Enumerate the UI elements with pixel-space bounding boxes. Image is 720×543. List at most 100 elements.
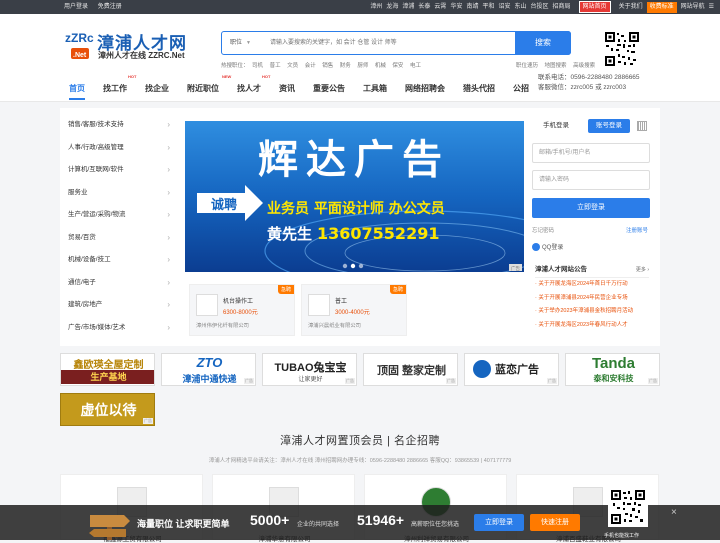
ad-banner[interactable]: 蓝恋广告 广告 bbox=[464, 353, 559, 386]
nav-nearby-jobs[interactable]: 附近职位 bbox=[187, 80, 219, 98]
chevron-right-icon: › bbox=[167, 187, 170, 197]
homepage-link[interactable]: 网站首页 bbox=[578, 1, 611, 13]
close-icon[interactable]: × bbox=[671, 507, 677, 518]
city-link[interactable]: 漳州 bbox=[370, 0, 382, 14]
nav-home[interactable]: 首页 bbox=[69, 80, 85, 100]
city-link[interactable]: 平和 bbox=[482, 0, 494, 14]
search-button[interactable]: 搜索 bbox=[515, 31, 571, 55]
ad-banner[interactable]: 顶固 整家定制 广告 bbox=[363, 353, 458, 386]
category-item[interactable]: 生产/营运/采购/物流 › bbox=[60, 204, 178, 227]
hot-term[interactable]: 文员 bbox=[287, 63, 298, 69]
city-link[interactable]: 云霄 bbox=[434, 0, 446, 14]
hot-term[interactable]: 财务 bbox=[340, 63, 351, 69]
city-link[interactable]: 东山 bbox=[515, 0, 527, 14]
carousel-dot[interactable] bbox=[358, 263, 364, 269]
nav-announcements[interactable]: 重要公告 bbox=[313, 80, 345, 98]
nav-headhunter[interactable]: 猎头代招 bbox=[463, 80, 495, 98]
hot-term[interactable]: 电工 bbox=[410, 63, 421, 69]
category-item[interactable]: 建筑/房地产 › bbox=[60, 294, 178, 317]
ad-banner[interactable]: Tanda 泰和安科技 广告 bbox=[565, 353, 660, 386]
search-type-select[interactable]: 职位 ▼ bbox=[230, 32, 251, 54]
notice-item[interactable]: · 关于开展龙海区2024年首日千万行动 bbox=[535, 278, 643, 292]
map-search-link[interactable]: 地图搜索 bbox=[545, 63, 567, 69]
site-subtitle: 漳州人才在线 ZZRC.Net bbox=[98, 51, 185, 60]
carousel-dot[interactable] bbox=[342, 263, 348, 269]
qq-login[interactable]: QQ登录 bbox=[532, 242, 563, 252]
hot-term[interactable]: 保安 bbox=[392, 63, 403, 69]
hot-term[interactable]: 销售 bbox=[322, 63, 333, 69]
category-item[interactable]: 服务业 › bbox=[60, 182, 178, 205]
ad-tag: 广告 bbox=[143, 418, 153, 424]
category-item[interactable]: 销售/客服/技术支持 › bbox=[60, 114, 178, 137]
job-card[interactable]: 普工 3000-4000元 漳浦兴晨纸业有限公司 急聘 bbox=[301, 284, 407, 336]
company-logo-icon bbox=[196, 294, 218, 316]
carousel-dot[interactable] bbox=[350, 263, 356, 269]
category-item[interactable]: 人事/行政/高级管理 › bbox=[60, 137, 178, 160]
category-item[interactable]: 计算机/互联网/软件 › bbox=[60, 159, 178, 182]
quick-resume-link[interactable]: 职位速历 bbox=[516, 63, 538, 69]
city-link[interactable]: 招商局 bbox=[553, 0, 571, 14]
ad-banner[interactable]: ZTO 漳浦中通快递 广告 bbox=[161, 353, 256, 386]
search-input[interactable] bbox=[270, 36, 510, 50]
advanced-search-link[interactable]: 高级搜索 bbox=[573, 63, 595, 69]
banner-positions: 业务员 平面设计师 办公文员 bbox=[267, 200, 445, 217]
hot-term[interactable]: 司机 bbox=[252, 63, 263, 69]
banner-ad[interactable]: 辉达广告 诚聘 业务员 平面设计师 办公文员 黄先生 13607552291 广… bbox=[185, 121, 524, 272]
fee-link[interactable]: 收费标准 bbox=[646, 1, 677, 13]
company-logo-icon bbox=[308, 294, 330, 316]
register-link[interactable]: 免费注册 bbox=[98, 4, 122, 10]
notice-item[interactable]: · 关于开展龙海区2023年春风行动人才 bbox=[535, 319, 643, 333]
notice-item[interactable]: · 关于开展漳浦县2024年民营企业专场 bbox=[535, 292, 643, 306]
ad-banner[interactable]: 鑫欧瑛全屋定制 生产基地 bbox=[60, 353, 155, 386]
site-logo-icon[interactable]: zZRc .Net bbox=[64, 28, 94, 62]
register-link[interactable]: 注册账号 bbox=[626, 226, 648, 234]
city-link[interactable]: 台投区 bbox=[531, 0, 549, 14]
svg-text:zZRc: zZRc bbox=[65, 31, 94, 45]
password-field[interactable]: 请输入密码 bbox=[532, 170, 650, 190]
city-link[interactable]: 诏安 bbox=[498, 0, 510, 14]
login-link[interactable]: 用户登录 bbox=[64, 4, 88, 10]
ad-banner[interactable]: 虚位以待 广告 bbox=[60, 393, 155, 426]
nav-news[interactable]: 资讯 bbox=[279, 80, 295, 98]
nav-job-fair[interactable]: 网络招聘会 bbox=[405, 80, 445, 98]
qr-login-icon[interactable] bbox=[637, 121, 647, 131]
category-item[interactable]: 机械/设备/技工 › bbox=[60, 249, 178, 272]
nav-find-talent[interactable]: 找人才 bbox=[237, 80, 261, 98]
login-button[interactable]: 立即登录 bbox=[532, 198, 650, 218]
banner-contact: 黄先生 bbox=[267, 225, 312, 243]
urgent-badge: 急聘 bbox=[277, 285, 294, 294]
company-name: 漳州伟伊化纤有限公司 bbox=[196, 323, 249, 329]
username-field[interactable]: 邮箱/手机号/用户名 bbox=[532, 143, 650, 163]
hot-term[interactable]: 厨师 bbox=[357, 63, 368, 69]
city-link[interactable]: 漳浦 bbox=[402, 0, 414, 14]
tab-phone-login[interactable]: 手机登录 bbox=[534, 119, 578, 133]
forgot-password-link[interactable]: 忘记密码 bbox=[532, 226, 554, 234]
about-link[interactable]: 关于我们 bbox=[619, 0, 643, 14]
ad-banner[interactable]: TUBAO兔宝宝 让家更好 广告 bbox=[262, 353, 357, 386]
promo-register-button[interactable]: 快速注册 bbox=[530, 514, 580, 531]
city-link[interactable]: 华安 bbox=[450, 0, 462, 14]
category-item[interactable]: 贸易/百货 › bbox=[60, 227, 178, 250]
city-link[interactable]: 长泰 bbox=[418, 0, 430, 14]
sitenav-link[interactable]: 网站导航 bbox=[681, 0, 705, 14]
category-item[interactable]: 通信/电子 › bbox=[60, 272, 178, 295]
notice-more-link[interactable]: 更多 › bbox=[636, 262, 649, 278]
qq-icon bbox=[532, 243, 540, 252]
promo-login-button[interactable]: 立即登录 bbox=[474, 514, 524, 531]
nav-find-company[interactable]: 找企业 bbox=[145, 80, 169, 98]
notice-item[interactable]: · 关于举办2023年漳浦县金秋招聘月活动 bbox=[535, 305, 643, 319]
menu-icon[interactable]: ☰ bbox=[709, 0, 714, 14]
hot-term[interactable]: 普工 bbox=[270, 63, 281, 69]
nav-public-recruit[interactable]: 公招 bbox=[513, 80, 529, 98]
tab-account-login[interactable]: 账号登录 bbox=[588, 119, 630, 133]
nav-find-job[interactable]: 找工作 bbox=[103, 80, 127, 98]
ad-tag: 广告 bbox=[511, 265, 520, 272]
hot-term[interactable]: 会计 bbox=[305, 63, 316, 69]
promo-desc: 企业的共同选择 bbox=[297, 522, 340, 528]
job-card[interactable]: 机台操作工 6300-8000元 漳州伟伊化纤有限公司 急聘 bbox=[189, 284, 295, 336]
hot-term[interactable]: 机械 bbox=[375, 63, 386, 69]
nav-toolbox[interactable]: 工具箱 bbox=[363, 80, 387, 98]
city-link[interactable]: 南靖 bbox=[466, 0, 478, 14]
city-link[interactable]: 龙海 bbox=[386, 0, 398, 14]
category-item[interactable]: 广告/市场/媒体/艺术 › bbox=[60, 317, 178, 340]
